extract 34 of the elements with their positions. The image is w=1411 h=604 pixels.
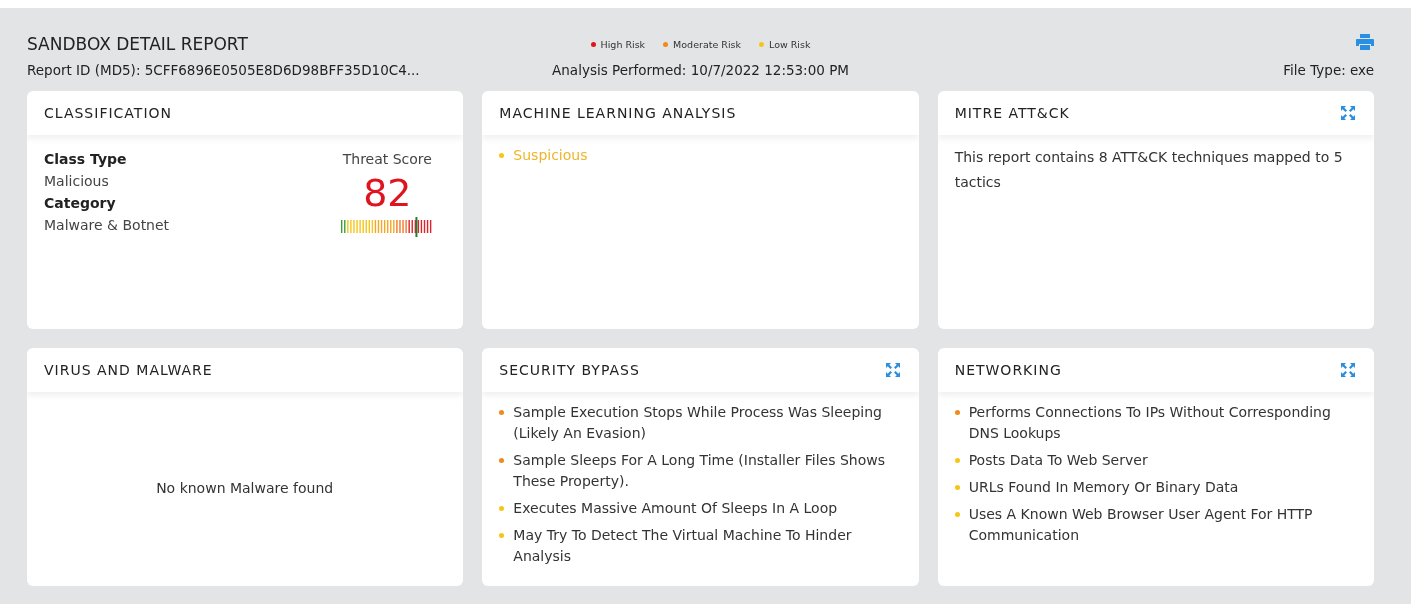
file-type: File Type: exe <box>1283 62 1374 78</box>
expand-icon[interactable] <box>1340 105 1356 121</box>
finding-text: Suspicious <box>513 146 588 165</box>
field-value: Malicious <box>44 173 110 189</box>
card-title: SECURITY BYPASS <box>499 362 640 378</box>
finding-text: Executes Massive Amount Of Sleeps In A Loop <box>513 499 838 518</box>
legend-label: Low Risk <box>769 38 811 50</box>
threat-score: 82 <box>363 171 412 215</box>
score-label: Threat Score <box>342 151 432 167</box>
legend-label: High Risk <box>600 38 646 50</box>
card-title: VIRUS AND MALWARE <box>44 362 213 378</box>
report-title: SANDBOX DETAIL REPORT <box>27 34 249 54</box>
summary-text: This report contains 8 ATT&CK techniques mapped to 5 tactics <box>954 148 1344 192</box>
report-id: Report ID (MD5): 5CFF6896E0505E8D6D98BFF35D10C4... <box>27 62 421 78</box>
finding-text: Sample Execution Stops While Process Was Sleeping (Likely An Evasion) <box>513 403 883 443</box>
finding-text: Posts Data To Web Server <box>968 451 1148 470</box>
finding-text: Sample Sleeps For A Long Time (Installer Files Shows These Property). <box>513 451 886 491</box>
expand-icon[interactable] <box>884 362 901 378</box>
card-title: NETWORKING <box>954 362 1062 378</box>
finding-text: May Try To Detect The Virtual Machine To Hinder Analysis <box>513 526 853 566</box>
field-label: Category <box>44 195 117 211</box>
empty-message: No known Malware found <box>156 480 334 496</box>
finding-text: URLs Found In Memory Or Binary Data <box>968 478 1239 497</box>
card-title: CLASSIFICATION <box>44 105 172 121</box>
print-icon[interactable] <box>1356 34 1374 50</box>
legend-label: Moderate Risk <box>673 38 741 50</box>
finding-text: Performs Connections To IPs Without Corresponding DNS Lookups <box>968 403 1332 443</box>
card-title: MACHINE LEARNING ANALYSIS <box>499 105 737 121</box>
card-title: MITRE ATT&CK <box>954 105 1070 121</box>
field-value: Malware & Botnet <box>44 217 170 233</box>
analysis-date: Analysis Performed: 10/7/2022 12:53:00 PM <box>552 62 849 78</box>
finding-text: Uses A Known Web Browser User Agent For HTTP Communication <box>968 505 1314 545</box>
expand-icon[interactable] <box>1340 362 1356 378</box>
field-label: Class Type <box>44 151 128 167</box>
